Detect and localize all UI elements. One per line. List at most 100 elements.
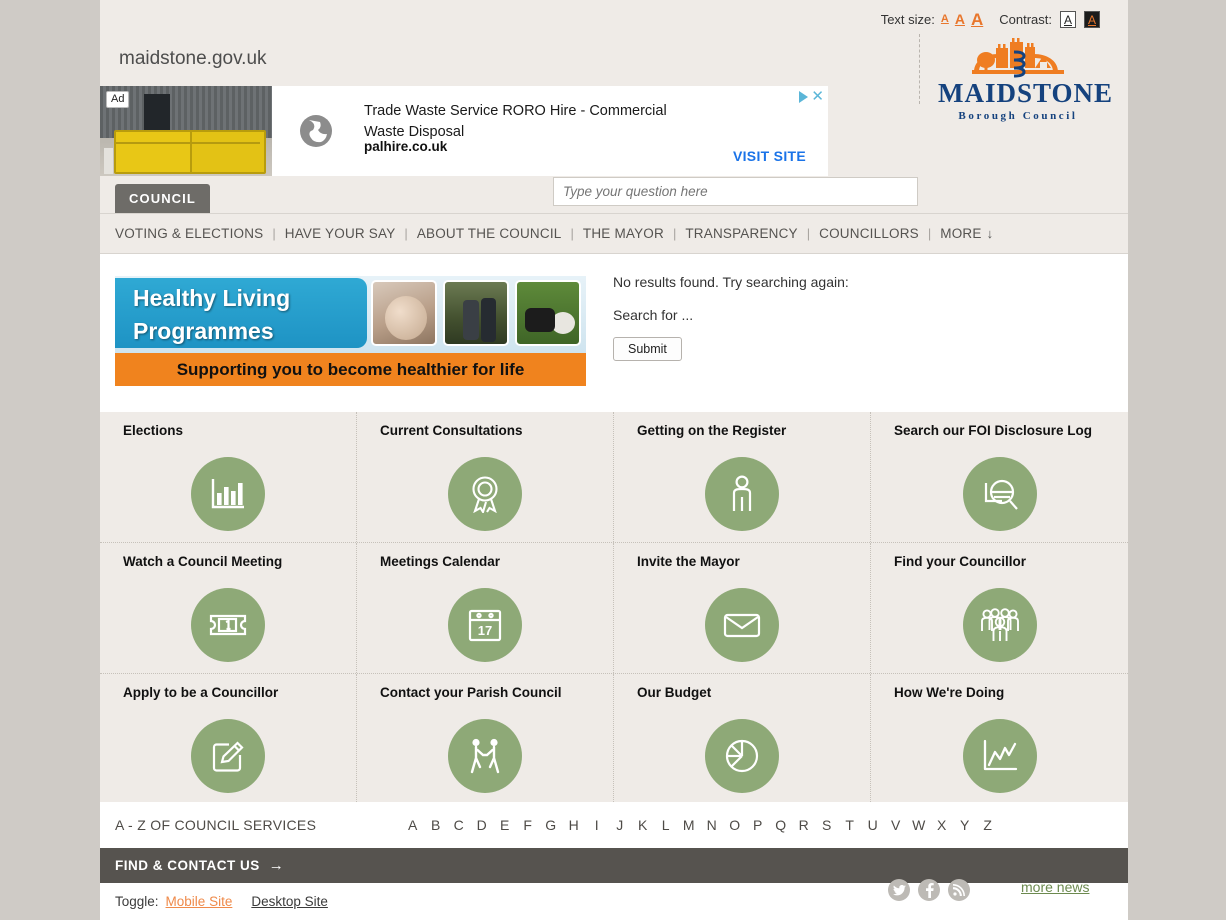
tile-icon-circle[interactable] bbox=[962, 457, 1037, 531]
az-letter[interactable]: E bbox=[493, 817, 516, 833]
ad-close-icon[interactable]: ✕ bbox=[811, 89, 824, 104]
tile-icon-circle[interactable] bbox=[448, 457, 522, 531]
nav-item-have-your-say[interactable]: HAVE YOUR SAY bbox=[285, 226, 396, 241]
twitter-icon[interactable] bbox=[888, 879, 910, 901]
tile-invite-the-mayor[interactable]: Invite the Mayor bbox=[614, 543, 871, 673]
az-letter[interactable]: Z bbox=[976, 817, 999, 833]
az-letter[interactable]: F bbox=[516, 817, 539, 833]
section-tab-council[interactable]: COUNCIL bbox=[115, 184, 210, 214]
nav-item-councillors[interactable]: COUNCILLORS bbox=[819, 226, 919, 241]
az-letter[interactable]: W bbox=[907, 817, 930, 833]
tile-title: Watch a Council Meeting bbox=[123, 554, 283, 569]
tile-meetings-calendar[interactable]: Meetings Calendar 17 bbox=[357, 543, 614, 673]
tile-icon-circle[interactable] bbox=[962, 719, 1037, 793]
tile-apply-to-be-a-councillor[interactable]: Apply to be a Councillor bbox=[100, 674, 357, 804]
ad-controls[interactable]: ✕ bbox=[799, 89, 824, 104]
tile-contact-your-parish-council[interactable]: Contact your Parish Council bbox=[357, 674, 614, 804]
promo-photo-couple bbox=[371, 280, 437, 346]
az-letter[interactable]: H bbox=[562, 817, 585, 833]
adchoices-icon[interactable] bbox=[799, 90, 809, 103]
submit-button[interactable]: Submit bbox=[613, 337, 682, 361]
text-size-small-button[interactable]: A bbox=[941, 13, 949, 25]
az-letter[interactable]: C bbox=[447, 817, 470, 833]
text-size-large-button[interactable]: A bbox=[971, 11, 983, 28]
ad-image[interactable]: Ad bbox=[100, 86, 272, 176]
tile-icon-circle[interactable] bbox=[705, 588, 779, 662]
tile-foi-disclosure-log[interactable]: Search our FOI Disclosure Log more news bbox=[871, 412, 1128, 901]
tile-find-your-councillor[interactable]: Find your Councillor bbox=[871, 543, 1128, 673]
az-letter[interactable]: T bbox=[838, 817, 861, 833]
mobile-site-link[interactable]: Mobile Site bbox=[166, 894, 233, 909]
az-letter[interactable]: I bbox=[585, 817, 608, 833]
promo-banner-healthy-living[interactable]: Healthy Living Programmes Supporting you… bbox=[115, 276, 586, 386]
search-input[interactable] bbox=[554, 178, 917, 205]
tile-elections[interactable]: Elections bbox=[100, 412, 357, 542]
nav-item-voting-elections[interactable]: VOTING & ELECTIONS bbox=[115, 226, 263, 241]
find-and-contact-bar[interactable]: FIND & CONTACT US → bbox=[100, 848, 1128, 883]
az-letter[interactable]: L bbox=[654, 817, 677, 833]
az-letter[interactable]: Y bbox=[953, 817, 976, 833]
desktop-site-link[interactable]: Desktop Site bbox=[251, 894, 328, 909]
az-letter[interactable]: U bbox=[861, 817, 884, 833]
chevron-down-icon[interactable]: ↓ bbox=[987, 226, 994, 241]
magnifier-document-icon bbox=[984, 479, 1018, 510]
ad-badge: Ad bbox=[106, 91, 130, 109]
tile-watch-a-council-meeting[interactable]: Watch a Council Meeting bbox=[100, 543, 357, 673]
tile-title: Our Budget bbox=[637, 685, 712, 700]
tile-icon-circle[interactable] bbox=[191, 719, 265, 793]
social-links bbox=[888, 879, 970, 901]
az-letter[interactable]: G bbox=[539, 817, 562, 833]
tile-icon-circle[interactable]: 17 bbox=[448, 588, 522, 662]
az-letter[interactable]: J bbox=[608, 817, 631, 833]
ad-title[interactable]: Trade Waste Service RORO Hire - Commerci… bbox=[364, 101, 694, 142]
tile-icon-circle[interactable] bbox=[962, 588, 1037, 662]
page-container: Text size: A A A Contrast: A A MAIDSTONE… bbox=[100, 0, 1128, 920]
edit-pencil-icon bbox=[212, 741, 244, 772]
question-search-box[interactable] bbox=[553, 177, 918, 206]
az-letter[interactable]: Q bbox=[769, 817, 792, 833]
more-news-link[interactable]: more news bbox=[1021, 879, 1089, 895]
nav-item-about-the-council[interactable]: ABOUT THE COUNCIL bbox=[417, 226, 562, 241]
az-letter[interactable]: S bbox=[815, 817, 838, 833]
tile-our-budget[interactable]: Our Budget bbox=[614, 674, 871, 804]
az-letter[interactable]: X bbox=[930, 817, 953, 833]
facebook-icon[interactable] bbox=[918, 879, 940, 901]
az-letter[interactable]: V bbox=[884, 817, 907, 833]
az-letter[interactable]: R bbox=[792, 817, 815, 833]
text-size-medium-button[interactable]: A bbox=[955, 12, 965, 26]
contrast-dark-button[interactable]: A bbox=[1084, 10, 1100, 28]
nav-item-the-mayor[interactable]: THE MAYOR bbox=[583, 226, 664, 241]
logo-wordmark: MAIDSTONE bbox=[938, 78, 1114, 108]
az-letter[interactable]: P bbox=[746, 817, 769, 833]
tile-icon-circle[interactable] bbox=[191, 457, 265, 531]
text-size-label: Text size: bbox=[880, 11, 935, 27]
az-letter[interactable]: B bbox=[424, 817, 447, 833]
az-letter[interactable]: M bbox=[677, 817, 700, 833]
tile-getting-on-the-register[interactable]: Getting on the Register bbox=[614, 412, 871, 542]
az-letter[interactable]: O bbox=[723, 817, 746, 833]
tile-icon-circle[interactable] bbox=[448, 719, 522, 793]
ad-visit-site-link[interactable]: VISIT SITE bbox=[733, 148, 806, 164]
az-letter[interactable]: A bbox=[401, 817, 424, 833]
nav-item-more[interactable]: MORE bbox=[940, 226, 981, 241]
rss-icon[interactable] bbox=[948, 879, 970, 901]
nav-item-transparency[interactable]: TRANSPARENCY bbox=[685, 226, 797, 241]
contrast-light-button[interactable]: A bbox=[1060, 10, 1076, 28]
logo-subtitle: Borough Council bbox=[958, 110, 1078, 122]
promo-photo-family bbox=[443, 280, 509, 346]
hero-row: Healthy Living Programmes Supporting you… bbox=[100, 254, 1128, 412]
az-letter[interactable]: N bbox=[700, 817, 723, 833]
az-letter[interactable]: K bbox=[631, 817, 654, 833]
az-letter[interactable]: D bbox=[470, 817, 493, 833]
advertisement-banner[interactable]: Ad Trade Waste Service RORO Hire - Comme… bbox=[100, 86, 828, 176]
tile-icon-circle[interactable] bbox=[705, 719, 779, 793]
site-logo[interactable]: MAIDSTONE Borough Council bbox=[938, 36, 1114, 122]
tile-how-were-doing[interactable]: How We're Doing bbox=[871, 674, 1128, 804]
ad-body[interactable]: Trade Waste Service RORO Hire - Commerci… bbox=[272, 86, 828, 176]
tile-icon-circle[interactable] bbox=[705, 457, 779, 531]
tile-title: Apply to be a Councillor bbox=[123, 685, 279, 700]
tile-current-consultations[interactable]: Current Consultations bbox=[357, 412, 614, 542]
tile-icon-circle[interactable] bbox=[191, 588, 265, 662]
ad-domain[interactable]: palhire.co.uk bbox=[364, 139, 447, 154]
envelope-icon bbox=[723, 613, 761, 638]
